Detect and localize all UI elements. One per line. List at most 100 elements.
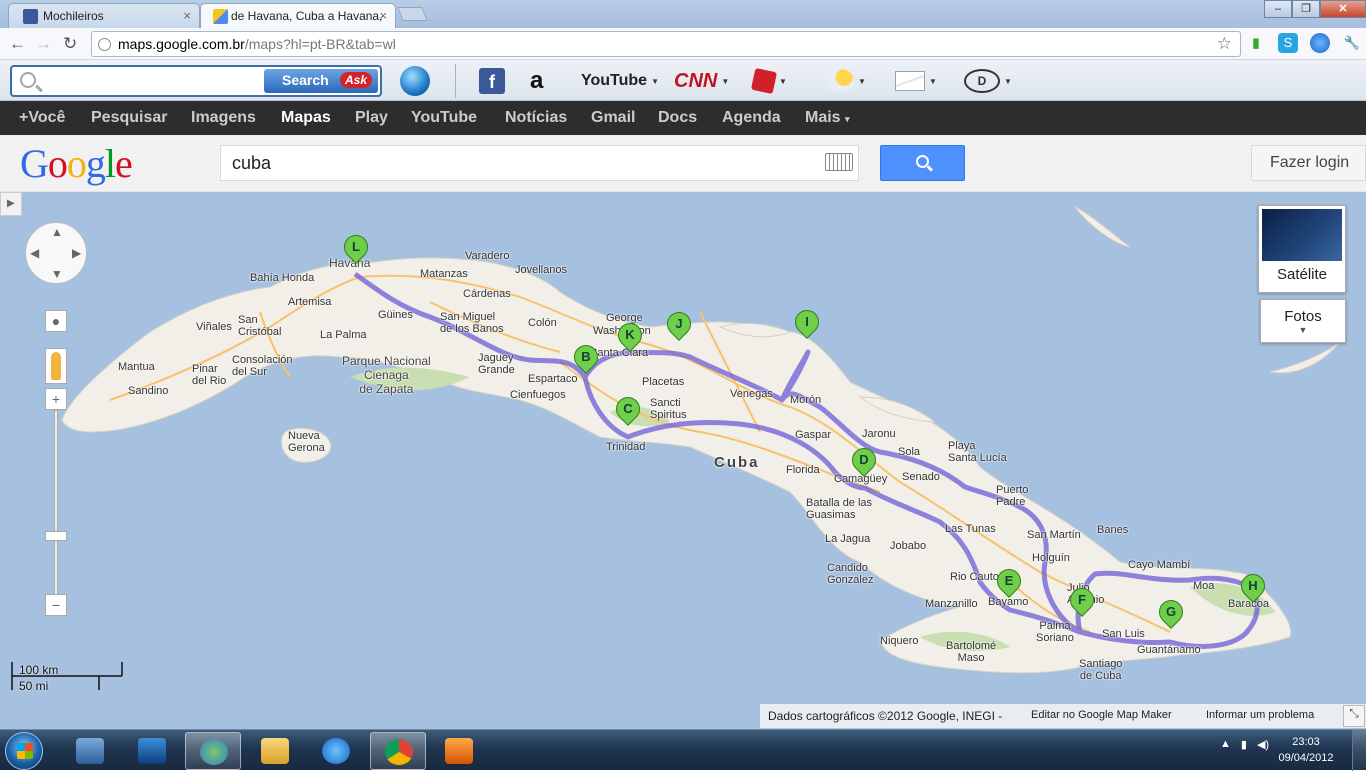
reload-icon[interactable]: ↻ [63,34,77,54]
close-tab-icon[interactable]: × [379,8,387,23]
scale-bar: 100 km 50 mi [10,658,124,693]
label-santiago: Santiago de Cuba [1079,658,1123,682]
map-maker-link[interactable]: Editar no Google Map Maker [1031,709,1172,721]
zoom-slider-handle[interactable] [45,531,67,541]
taskbar-ie-icon[interactable] [308,732,364,770]
tray-expand-icon[interactable]: ▲ [1220,738,1231,751]
taskbar-computer-icon[interactable] [62,732,118,770]
skype-extension-icon[interactable]: S [1278,33,1298,53]
clock-date: 09/04/2012 [1278,752,1334,764]
tray-network-icon[interactable]: ▮ [1241,738,1247,751]
map-canvas[interactable]: Havana Varadero Bahía Honda Matanzas Jov… [0,192,1366,729]
dice-icon[interactable]: ▼ [750,67,787,95]
address-bar[interactable]: maps.google.com.br/maps?hl=pt-BR&tab=wl … [91,31,1241,57]
search-input[interactable]: cuba [220,145,859,181]
pan-right-icon[interactable]: ▶ [72,246,81,260]
route-marker-d[interactable]: D [847,443,881,482]
google-logo[interactable]: Google [20,140,133,187]
nav-youtube[interactable]: YouTube [411,109,477,127]
photos-label: Fotos [1284,308,1322,325]
route-marker-k[interactable]: K [613,318,647,357]
zoom-in-button[interactable]: + [45,388,67,410]
pegman-icon[interactable] [45,348,67,384]
globe-extension-icon[interactable] [1310,33,1330,53]
weather-icon[interactable]: ▼ [826,67,866,95]
pan-down-icon[interactable]: ▼ [51,267,63,281]
route-marker-g[interactable]: G [1154,595,1188,634]
facebook-icon[interactable]: f [479,67,505,95]
label-candido-gonzalez: Candido Gonzalez [827,562,874,586]
route-marker-i[interactable]: I [790,305,824,344]
clock-time: 23:03 [1292,736,1320,748]
ask-search-box[interactable]: Search Ask [10,65,382,97]
amazon-icon[interactable]: a [530,67,543,95]
wrench-icon[interactable]: 🔧 [1342,33,1362,53]
login-button[interactable]: Fazer login [1251,145,1366,181]
pan-left-icon[interactable]: ◀ [30,246,39,260]
cnn-button[interactable]: CNN ▼ [674,67,729,95]
tab-google-maps[interactable]: de Havana, Cuba a Havana, × [200,3,396,28]
label-manzanillo: Manzanillo [925,598,978,610]
bookmark-star-icon[interactable]: ☆ [1217,34,1232,54]
pan-up-icon[interactable]: ▲ [51,225,63,239]
route-marker-b[interactable]: B [569,340,603,379]
restore-icon[interactable]: ❐ [1292,0,1320,18]
nav-agenda[interactable]: Agenda [722,109,781,127]
taskbar-chrome-icon[interactable] [370,732,426,770]
minimize-icon[interactable]: – [1264,0,1292,18]
reset-view-icon[interactable]: ● [45,310,67,332]
new-tab-button[interactable] [397,7,428,21]
sidebar-toggle-icon[interactable]: ▶ [0,192,22,216]
route-marker-h[interactable]: H [1236,569,1270,608]
ask-search-button[interactable]: Search Ask [264,69,378,93]
start-button[interactable] [5,732,43,770]
nav-noticias[interactable]: Notícias [505,109,567,127]
forward-icon[interactable]: → [35,34,52,54]
photos-toggle[interactable]: Fotos ▼ [1260,299,1346,343]
close-window-icon[interactable]: ✕ [1320,0,1366,18]
nav-imagens[interactable]: Imagens [191,109,256,127]
label-nueva-gerona: Nueva Gerona [288,430,325,454]
google-navbar: +Você Pesquisar Imagens Mapas Play YouTu… [0,101,1366,135]
route-marker-e[interactable]: E [992,564,1026,603]
signal-extension-icon[interactable]: ▮ [1246,33,1266,53]
nav-voce[interactable]: +Você [19,109,65,127]
taskbar-explorer-icon[interactable] [247,732,303,770]
nav-mapas[interactable]: Mapas [281,109,331,127]
nav-gmail[interactable]: Gmail [591,109,635,127]
tab-mochileiros[interactable]: Mochileiros × [8,3,200,28]
taskbar-clock[interactable]: 23:03 09/04/2012 [1274,734,1338,766]
taskbar-media-icon[interactable] [431,732,487,770]
show-desktop-button[interactable] [1352,730,1366,771]
zoom-slider-track[interactable] [54,410,58,605]
satellite-toggle[interactable]: Satélite [1258,205,1346,293]
nav-play[interactable]: Play [355,109,388,127]
nav-mais[interactable]: Mais ▾ [805,109,850,127]
globe-icon[interactable] [400,66,430,96]
route-marker-c[interactable]: C [611,392,645,431]
label-san-miguel: San Miguel de los Banos [440,311,504,335]
ask-logo: Ask [339,72,372,88]
route-marker-j[interactable]: J [662,307,696,346]
route-marker-f[interactable]: F [1065,583,1099,622]
taskbar-messenger-icon[interactable] [185,732,241,770]
label-varadero: Varadero [465,250,510,262]
keyboard-icon[interactable] [825,153,853,171]
report-problem-link[interactable]: Informar um problema [1206,709,1314,721]
pan-control[interactable]: ▲ ▼ ◀ ▶ [25,222,87,284]
back-icon[interactable]: ← [9,34,26,54]
tray-volume-icon[interactable]: ◀) [1257,738,1269,751]
taskbar-4g-icon[interactable] [124,732,180,770]
youtube-button[interactable]: YouTube ▼ [581,67,659,95]
sense-icon[interactable]: D ▼ [964,67,1012,95]
nav-pesquisar[interactable]: Pesquisar [91,109,167,127]
expand-corner-icon[interactable]: ⤡ [1343,705,1365,727]
label-pinar: Pinar del Rio [192,363,227,387]
close-tab-icon[interactable]: × [183,8,191,23]
search-button[interactable] [880,145,965,181]
mail-icon[interactable]: ▼ [895,67,937,95]
zoom-out-button[interactable]: − [45,594,67,616]
nav-docs[interactable]: Docs [658,109,697,127]
route-marker-l[interactable]: L [339,230,373,269]
page-info-icon[interactable] [98,38,111,51]
